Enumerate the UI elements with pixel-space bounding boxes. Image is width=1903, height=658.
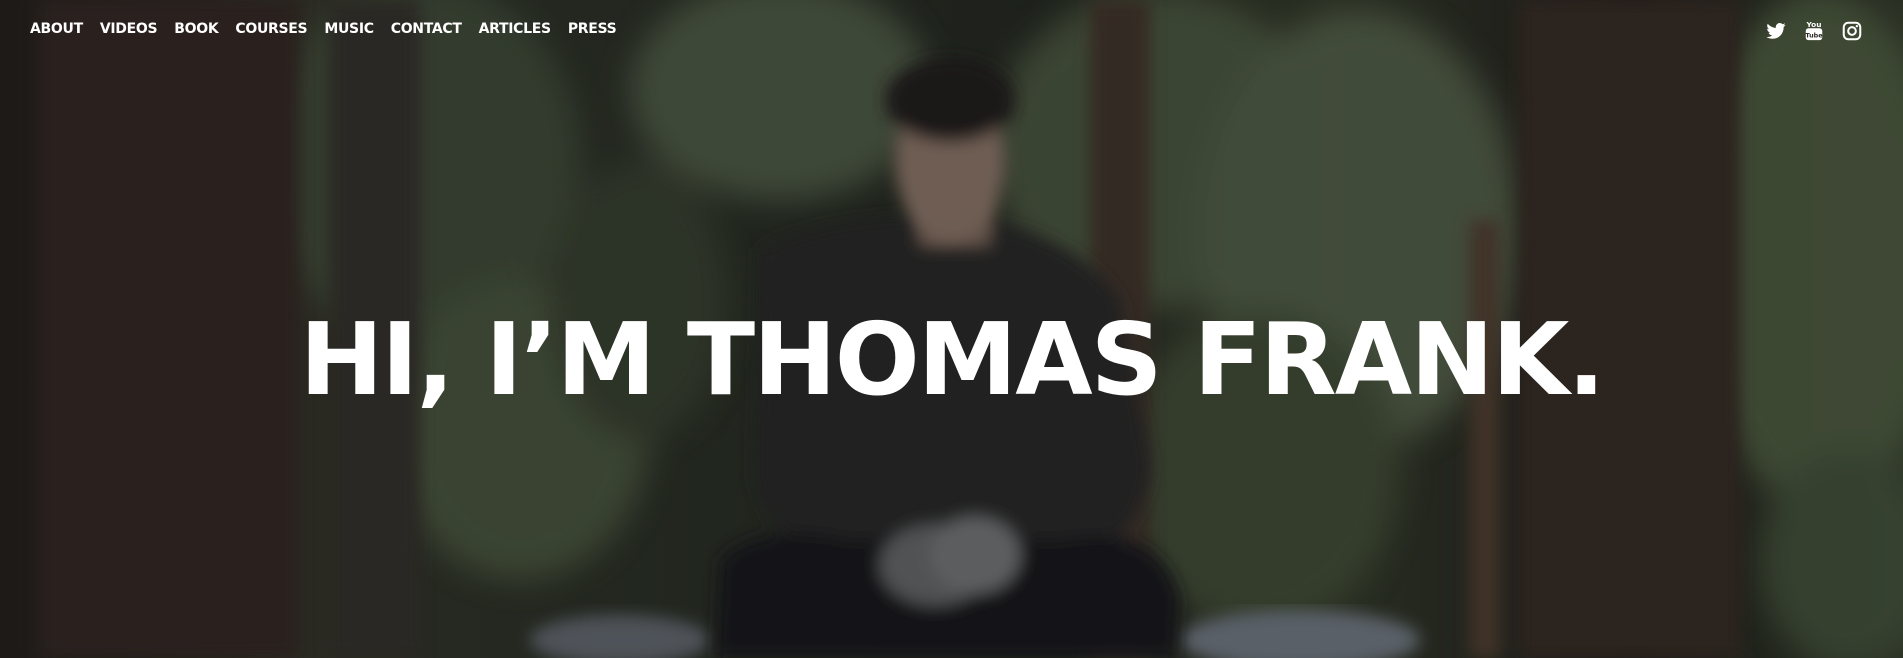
nav-item-about[interactable]: ABOUT — [30, 20, 83, 38]
main-nav: ABOUT VIDEOS BOOK COURSES MUSIC CONTACT … — [30, 20, 633, 38]
twitter-icon[interactable] — [1765, 20, 1787, 42]
nav-item-book[interactable]: BOOK — [174, 20, 218, 38]
svg-text:Tube: Tube — [1805, 31, 1823, 39]
nav-item-contact[interactable]: CONTACT — [391, 20, 462, 38]
instagram-icon[interactable] — [1841, 20, 1863, 42]
svg-text:You: You — [1806, 20, 1822, 29]
social-links: Tube You — [1765, 20, 1863, 42]
nav-item-press[interactable]: PRESS — [568, 20, 617, 38]
nav-item-videos[interactable]: VIDEOS — [100, 20, 158, 38]
nav-item-courses[interactable]: COURSES — [235, 20, 307, 38]
youtube-icon[interactable]: Tube You — [1803, 20, 1825, 42]
nav-item-articles[interactable]: ARTICLES — [479, 20, 551, 38]
nav-item-music[interactable]: MUSIC — [324, 20, 374, 38]
hero-section: ABOUT VIDEOS BOOK COURSES MUSIC CONTACT … — [0, 0, 1903, 658]
hero-headline: HI, I’M THOMAS FRANK. — [299, 301, 1606, 418]
